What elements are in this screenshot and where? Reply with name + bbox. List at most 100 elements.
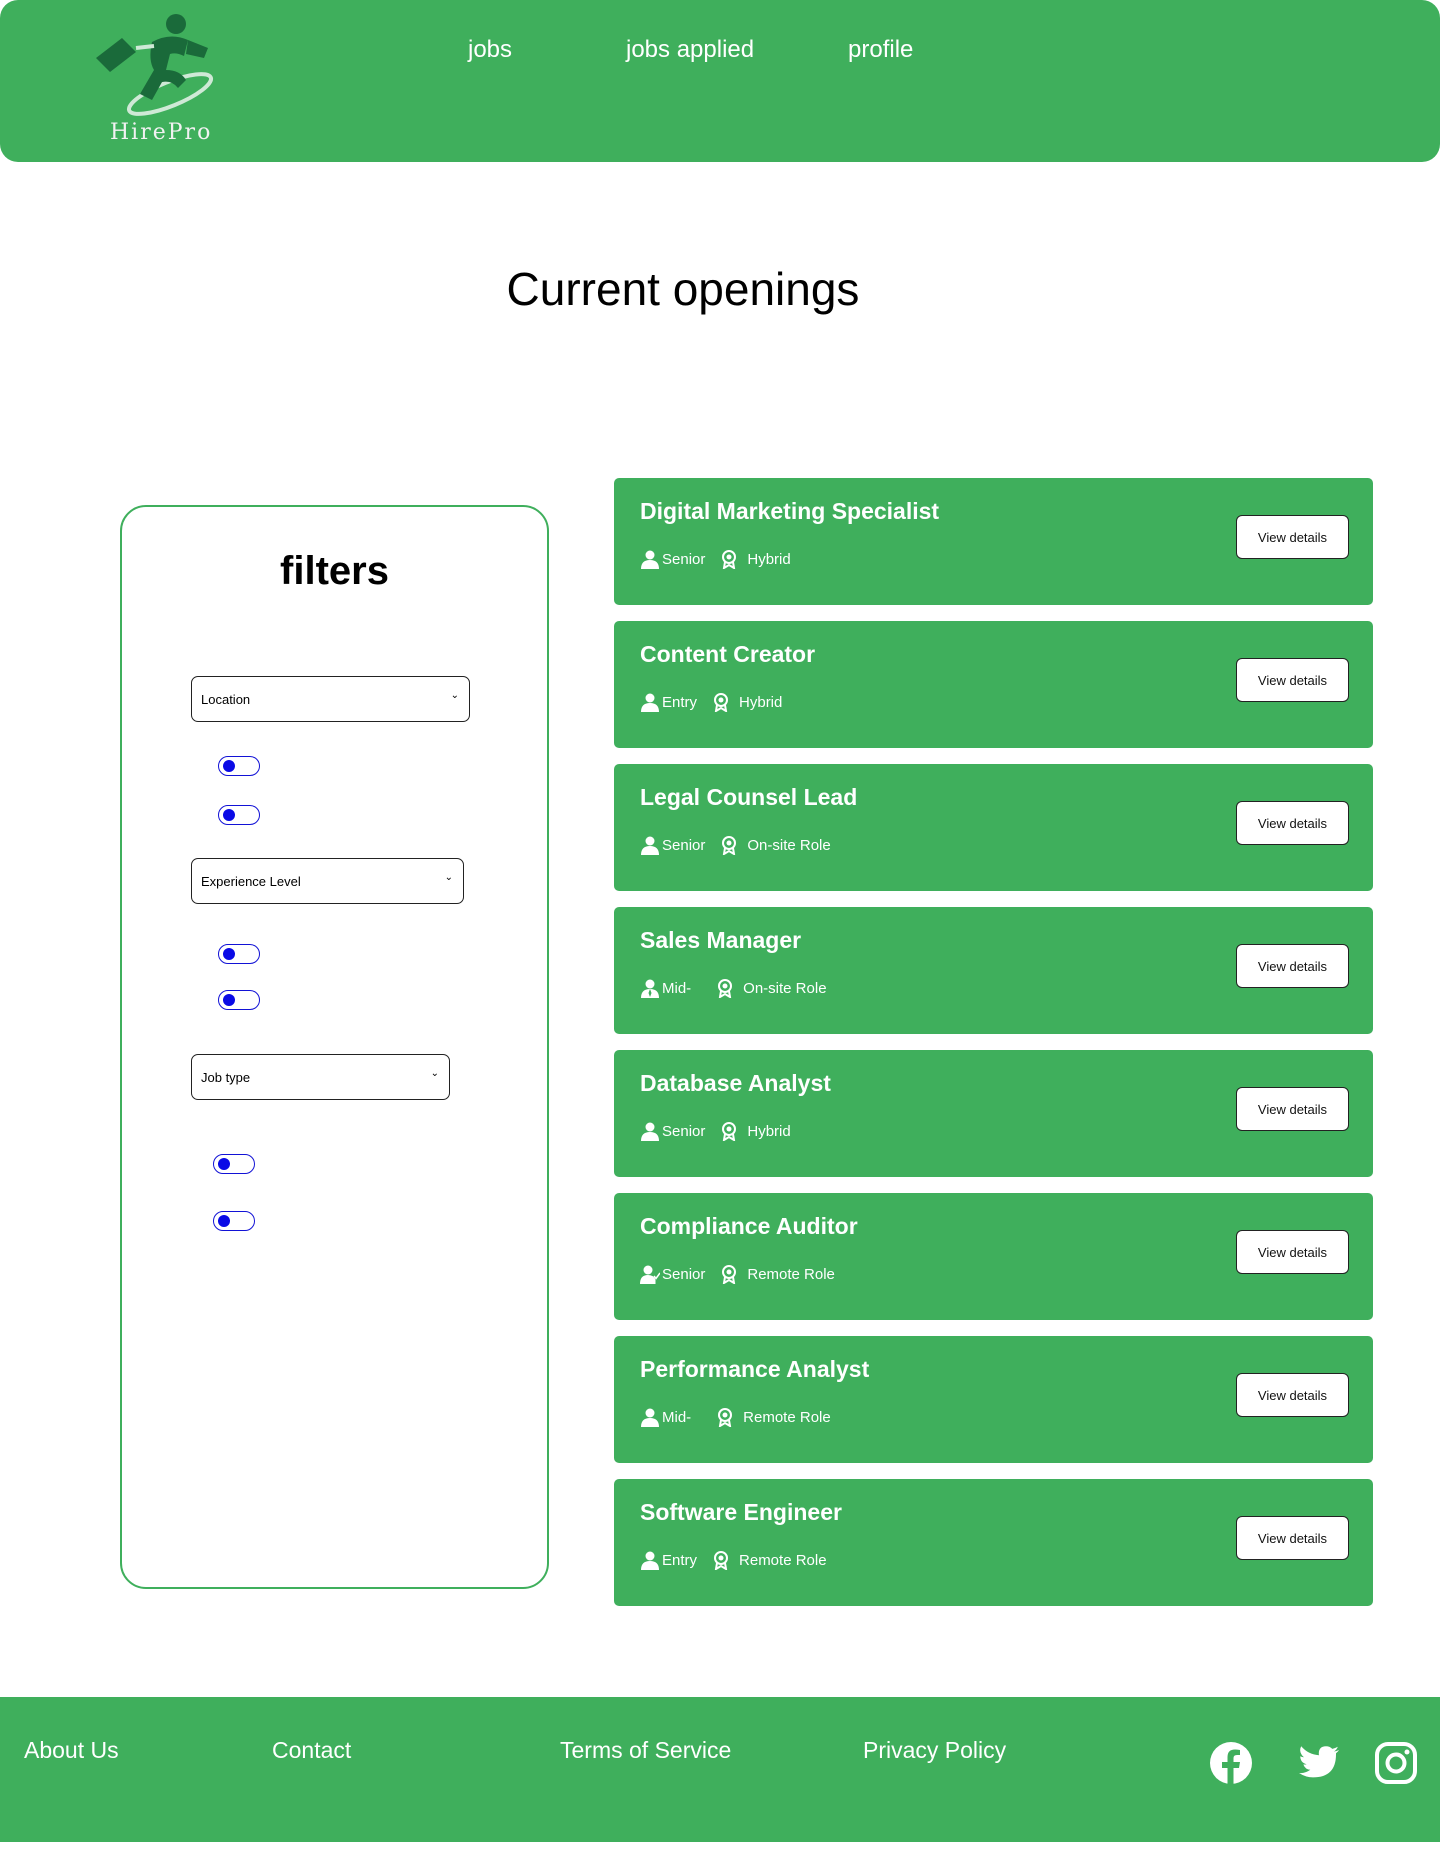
job-mode: Hybrid [747, 1122, 791, 1140]
location-select-label: Location [201, 691, 251, 707]
job-type-select[interactable]: Job type ⌄ [191, 1054, 450, 1100]
job-card: Compliance Auditor Senior Remote Role Vi… [614, 1193, 1373, 1320]
nav-profile[interactable]: profile [848, 36, 913, 64]
job-title: Sales Manager [640, 927, 802, 953]
job-card: Software Engineer Entry Remote Role View… [614, 1479, 1373, 1606]
job-level: Entry [662, 693, 698, 711]
footer-link-terms[interactable]: Terms of Service [560, 1737, 731, 1764]
instagram-icon[interactable] [1374, 1741, 1418, 1785]
job-mode: Remote Role [747, 1265, 835, 1283]
job-type-toggle-2[interactable] [213, 1211, 255, 1231]
badge-icon [714, 1551, 729, 1570]
view-details-button[interactable]: View details [1236, 1230, 1349, 1274]
badge-icon [722, 836, 737, 855]
job-level: Entry [662, 1551, 698, 1569]
view-details-button[interactable]: View details [1236, 1516, 1349, 1560]
job-card: Digital Marketing Specialist Senior Hybr… [614, 478, 1373, 605]
page-title: Current openings [506, 263, 860, 315]
job-title: Digital Marketing Specialist [640, 498, 940, 524]
chevron-down-icon: ⌄ [444, 872, 453, 883]
badge-icon [718, 1408, 733, 1427]
job-mode: On-site Role [747, 836, 831, 854]
footer: About Us Contact Terms of Service Privac… [0, 1697, 1440, 1842]
job-mode: Hybrid [739, 693, 783, 711]
job-card: Database Analyst Senior Hybrid View deta… [614, 1050, 1373, 1177]
view-details-button[interactable]: View details [1236, 515, 1349, 559]
person-check-icon [640, 1265, 660, 1284]
job-type-toggle-1[interactable] [213, 1154, 255, 1174]
person-tie-icon [641, 979, 659, 998]
person-icon [641, 1122, 659, 1141]
job-card: Sales Manager Mid- On-site Role View det… [614, 907, 1373, 1034]
job-title: Content Creator [640, 641, 816, 667]
facebook-icon[interactable] [1209, 1741, 1253, 1785]
job-mode: Hybrid [747, 550, 791, 568]
job-meta: Senior Hybrid [640, 549, 791, 569]
chevron-down-icon: ⌄ [430, 1068, 439, 1079]
nav-jobs[interactable]: jobs [468, 36, 512, 64]
person-icon [641, 836, 659, 855]
job-title: Legal Counsel Lead [640, 784, 858, 810]
footer-link-contact[interactable]: Contact [272, 1737, 351, 1764]
job-meta: Senior Hybrid [640, 1121, 791, 1141]
toggle-knob [223, 809, 235, 821]
job-mode: On-site Role [743, 979, 827, 997]
job-meta: Mid- On-site Role [640, 978, 827, 998]
footer-link-about-us[interactable]: About Us [24, 1737, 119, 1764]
job-level: Senior [662, 1122, 706, 1140]
toggle-knob [218, 1158, 230, 1170]
toggle-knob [223, 994, 235, 1006]
hirepro-logo[interactable]: HirePro [92, 8, 222, 148]
runner-icon [96, 14, 214, 116]
job-level: Senior [662, 1265, 706, 1283]
header: HirePro jobs jobs applied profile [0, 0, 1440, 162]
logo-wordmark: HirePro [110, 120, 213, 145]
job-title: Compliance Auditor [640, 1213, 858, 1239]
toggle-knob [218, 1215, 230, 1227]
job-meta: Entry Remote Role [640, 1550, 827, 1570]
job-mode: Remote Role [739, 1551, 827, 1569]
job-level: Senior [662, 836, 706, 854]
location-toggle-2[interactable] [218, 805, 260, 825]
job-type-select-label: Job type [201, 1069, 251, 1085]
experience-toggle-1[interactable] [218, 944, 260, 964]
chevron-down-icon: ⌄ [450, 690, 459, 701]
location-toggle-1[interactable] [218, 756, 260, 776]
view-details-button[interactable]: View details [1236, 1087, 1349, 1131]
person-icon [641, 1551, 659, 1570]
job-card: Content Creator Entry Hybrid View detail… [614, 621, 1373, 748]
person-icon [641, 550, 659, 569]
job-meta: Senior Remote Role [640, 1264, 835, 1284]
toggle-knob [223, 948, 235, 960]
job-meta: Entry Hybrid [640, 692, 782, 712]
experience-level-select-label: Experience Level [201, 873, 301, 889]
job-level: Mid- [662, 979, 692, 997]
experience-level-select[interactable]: Experience Level ⌄ [191, 858, 464, 904]
person-icon [641, 1408, 659, 1427]
job-card: Performance Analyst Mid- Remote Role Vie… [614, 1336, 1373, 1463]
twitter-icon[interactable] [1297, 1741, 1341, 1785]
badge-icon [722, 1122, 737, 1141]
view-details-button[interactable]: View details [1236, 658, 1349, 702]
job-level: Mid- [662, 1408, 692, 1426]
footer-link-privacy[interactable]: Privacy Policy [863, 1737, 1006, 1764]
person-icon [641, 693, 659, 712]
job-mode: Remote Role [743, 1408, 831, 1426]
job-meta: Senior On-site Role [640, 835, 831, 855]
toggle-knob [223, 760, 235, 772]
job-level: Senior [662, 550, 706, 568]
filters-panel: filters Location ⌄ Experience Level ⌄ Jo… [120, 505, 549, 1589]
badge-icon [718, 979, 733, 998]
experience-toggle-2[interactable] [218, 990, 260, 1010]
nav-jobs-applied[interactable]: jobs applied [626, 36, 754, 64]
view-details-button[interactable]: View details [1236, 944, 1349, 988]
badge-icon [722, 1265, 737, 1284]
badge-icon [714, 693, 729, 712]
job-title: Performance Analyst [640, 1356, 870, 1382]
job-meta: Mid- Remote Role [640, 1407, 831, 1427]
location-select[interactable]: Location ⌄ [191, 676, 470, 722]
job-title: Database Analyst [640, 1070, 831, 1096]
view-details-button[interactable]: View details [1236, 1373, 1349, 1417]
job-card: Legal Counsel Lead Senior On-site Role V… [614, 764, 1373, 891]
view-details-button[interactable]: View details [1236, 801, 1349, 845]
